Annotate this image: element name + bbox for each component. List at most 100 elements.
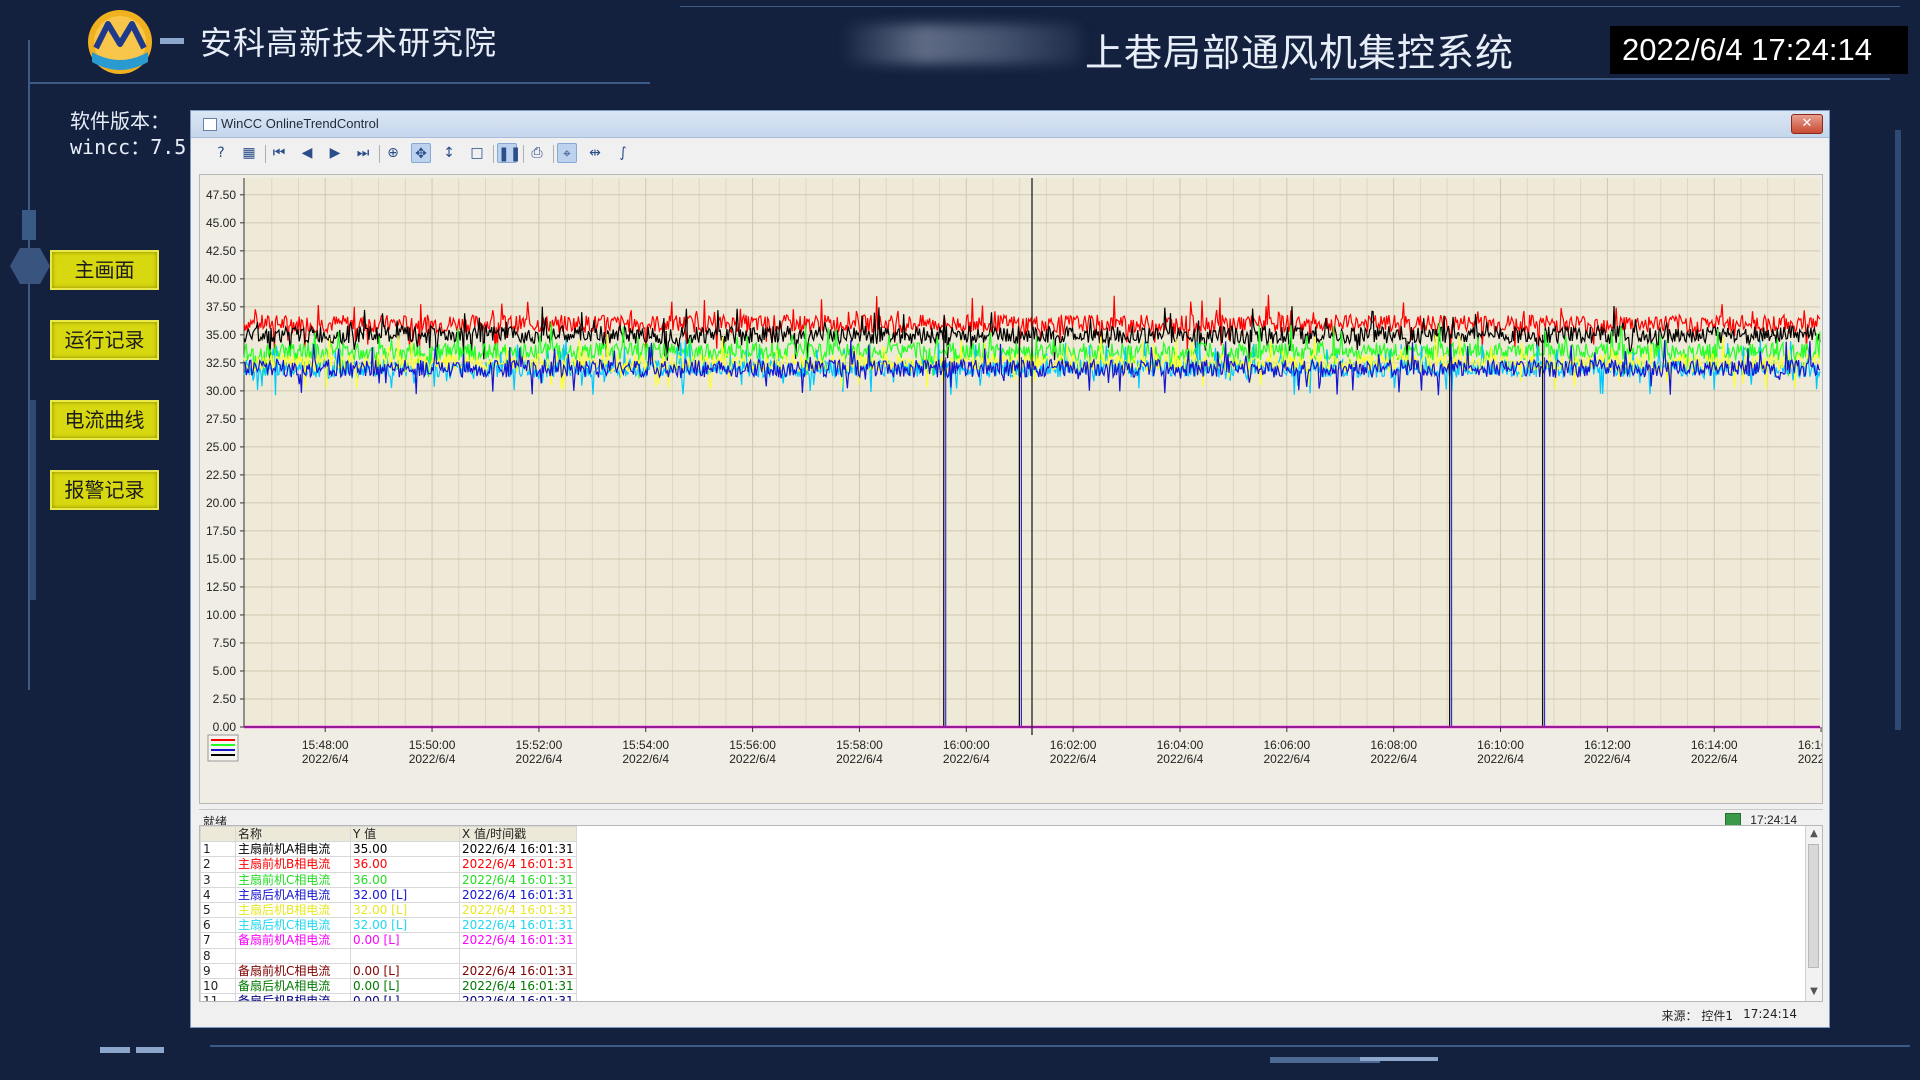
next-icon[interactable]: ▶ (325, 143, 345, 163)
cell-x (459, 947, 577, 964)
table-row[interactable]: 4 主扇后机A相电流 32.00 [L] 2022/6/4 16:01:31 (200, 886, 577, 903)
x-tick-date: 2022/6/4 (1477, 752, 1524, 766)
col-x: X 值/时间戳 (459, 826, 577, 843)
x-tick-time: 16:14:00 (1691, 738, 1738, 752)
main-screen-button[interactable]: 主画面 (50, 250, 159, 290)
table-row[interactable]: 8 (200, 947, 577, 964)
run-record-button[interactable]: 运行记录 (50, 320, 159, 360)
cell-y: 0.00 [L] (350, 962, 460, 979)
close-button[interactable]: ✕ (1791, 114, 1823, 134)
x-tick-date: 2022/6/4 (836, 752, 883, 766)
scale-icon[interactable]: ↕ (439, 143, 459, 163)
last-icon[interactable]: ⏭ (353, 143, 373, 163)
table-row[interactable]: 7 备扇前机A相电流 0.00 [L] 2022/6/4 16:01:31 (200, 932, 577, 949)
org-logo (88, 10, 152, 74)
table-row[interactable]: 3 主扇前机C相电流 36.00 2022/6/4 16:01:31 (200, 871, 577, 888)
y-tick-label: 2.50 (213, 692, 237, 706)
scroll-up-icon[interactable]: ▲ (1806, 826, 1822, 842)
pause-icon[interactable]: ❚❚ (497, 143, 521, 163)
x-tick-date: 2022/6/4 (1691, 752, 1738, 766)
cell-name: 主扇前机B相电流 (235, 856, 351, 873)
config-icon[interactable]: ▦ (239, 143, 259, 163)
x-tick-time: 16:10:00 (1477, 738, 1524, 752)
trend-chart[interactable]: 47.50 45.00 42.50 40.00 37.50 35.00 32.50 30.00… (199, 174, 1823, 804)
source-time: 17:24:14 (1743, 1007, 1797, 1021)
table-row[interactable]: 6 主扇后机C相电流 32.00 [L] 2022/6/4 16:01:31 (200, 917, 577, 934)
select-data-icon[interactable]: ⌖ (557, 143, 577, 163)
y-tick-label: 27.50 (206, 412, 236, 426)
table-statusbar: 来源： 控件1 17:24:14 (199, 1004, 1823, 1024)
x-tick-date: 2022/6/4 (729, 752, 776, 766)
table-row[interactable]: 11 备扇后机B相电流 0.00 [L] 2022/6/4 16:01:31 (200, 993, 577, 1001)
first-icon[interactable]: ⏮ (269, 143, 289, 163)
cell-y: 36.00 (350, 871, 460, 888)
cell-idx: 9 (200, 962, 236, 979)
y-tick-label: 30.00 (206, 384, 236, 398)
left-marker (22, 210, 36, 240)
x-tick-time: 15:52:00 (516, 738, 563, 752)
cell-x: 2022/6/4 16:01:31 (459, 901, 577, 919)
source-label: 来源： 控件1 (1661, 1009, 1733, 1023)
ruler-icon[interactable]: ⇹ (585, 143, 605, 163)
table-row[interactable]: 1 主扇前机A相电流 35.00 2022/6/4 16:01:31 (200, 841, 577, 858)
original-view-icon[interactable]: □ (467, 143, 487, 163)
zoom-icon[interactable]: ⊕ (383, 143, 403, 163)
cell-y: 0.00 [L] (350, 977, 460, 995)
scroll-down-icon[interactable]: ▼ (1806, 984, 1822, 1000)
table-row[interactable]: 2 主扇前机B相电流 36.00 2022/6/4 16:01:31 (200, 856, 577, 873)
cell-x: 2022/6/4 16:01:31 (459, 886, 577, 903)
cell-idx: 1 (200, 841, 236, 858)
value-table-grid: 名称 Y 值 X 值/时间戳 1 主扇前机A相电流 35.00 2022/6/4 16… (200, 826, 577, 1001)
window-title: WinCC OnlineTrendControl (221, 116, 379, 131)
statistics-icon[interactable]: ∫ (613, 143, 633, 163)
x-tick-date: 2022/6/4 (302, 752, 349, 766)
y-tick-label: 15.00 (206, 552, 236, 566)
x-tick-time: 16:08:00 (1370, 738, 1417, 752)
cell-x: 2022/6/4 16:01:31 (459, 977, 577, 995)
x-tick-date: 2022/6/4 (1157, 752, 1204, 766)
x-tick-time: 16:06:00 (1263, 738, 1310, 752)
y-tick-label: 22.50 (206, 468, 236, 482)
y-tick-label: 42.50 (206, 244, 236, 258)
y-tick-label: 35.00 (206, 328, 236, 342)
table-scrollbar[interactable]: ▲ ▼ (1805, 826, 1822, 1001)
cell-x: 2022/6/4 16:01:31 (459, 871, 577, 888)
y-tick-label: 5.00 (213, 664, 237, 678)
table-row[interactable]: 5 主扇后机B相电流 32.00 [L] 2022/6/4 16:01:31 (200, 901, 577, 919)
alarm-record-button[interactable]: 报警记录 (50, 470, 159, 510)
cell-y: 32.00 [L] (350, 917, 460, 934)
table-row[interactable]: 9 备扇前机C相电流 0.00 [L] 2022/6/4 16:01:31 (200, 962, 577, 979)
y-tick-label: 0.00 (213, 720, 237, 734)
table-row[interactable]: 10 备扇后机A相电流 0.00 [L] 2022/6/4 16:01:31 (200, 977, 577, 995)
scroll-thumb[interactable] (1808, 844, 1819, 968)
print-icon[interactable]: ⎙ (527, 143, 547, 163)
cell-idx: 6 (200, 917, 236, 934)
x-tick-date: 2022/6/4 (1370, 752, 1417, 766)
window-titlebar: WinCC OnlineTrendControl ✕ (191, 111, 1829, 138)
cell-y: 32.00 [L] (350, 886, 460, 903)
x-tick-time: 16:00:00 (943, 738, 990, 752)
cell-idx: 10 (200, 977, 236, 995)
trend-chart-svg: 47.50 45.00 42.50 40.00 37.50 35.00 32.50 30.00… (206, 178, 1822, 766)
cell-idx: 5 (200, 901, 236, 919)
logo-dash (160, 38, 184, 44)
legend-toggle-icon[interactable] (207, 734, 239, 762)
move-axes-icon[interactable]: ✥ (411, 143, 431, 163)
y-tick-label: 10.00 (206, 608, 236, 622)
prev-icon[interactable]: ◀ (297, 143, 317, 163)
frame-line-top-right (680, 6, 1900, 7)
trend-control-window: WinCC OnlineTrendControl ✕ ? ▦ ⏮ ◀ ▶ ⏭ ⊕… (190, 110, 1830, 1028)
bottom-bar-4 (1360, 1057, 1438, 1061)
version-value: wincc：7.5 (70, 135, 187, 159)
y-tick-label: 17.50 (206, 524, 236, 538)
cell-y (350, 947, 460, 964)
cell-y: 32.00 [L] (350, 901, 460, 919)
current-curve-button[interactable]: 电流曲线 (50, 400, 159, 440)
cell-y: 36.00 (350, 856, 460, 873)
help-icon[interactable]: ? (211, 143, 231, 163)
frame-line-top (30, 82, 650, 84)
y-tick-label: 37.50 (206, 300, 236, 314)
cell-name: 备扇后机A相电流 (235, 977, 351, 995)
x-tick-date: 2022/6/4 (516, 752, 563, 766)
y-tick-label: 25.00 (206, 440, 236, 454)
